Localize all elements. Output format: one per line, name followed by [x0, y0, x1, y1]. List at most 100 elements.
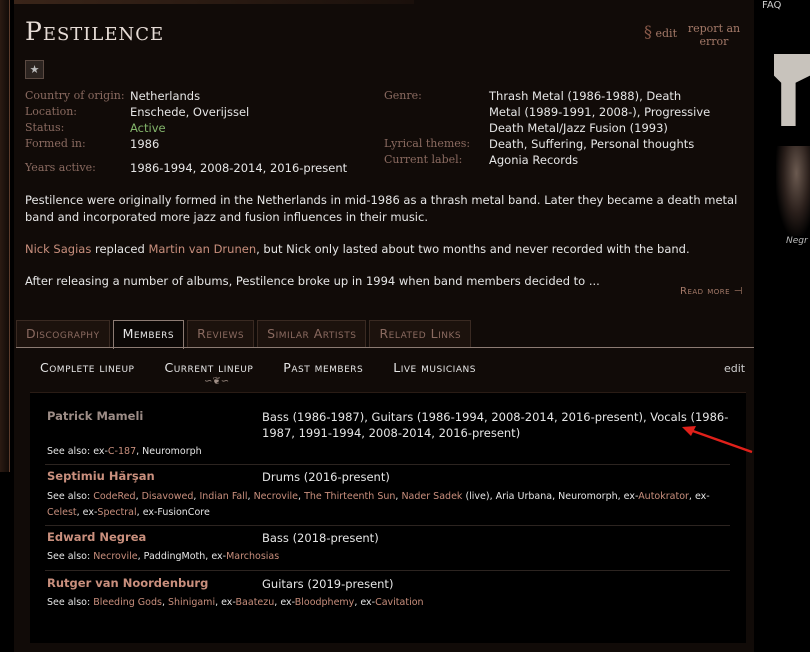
edit-band-label: edit	[655, 27, 678, 40]
see-also: See also: CodeRed, Disavowed, Indian Fal…	[47, 489, 727, 521]
tab-related-links[interactable]: Related Links	[369, 320, 472, 347]
swirl-ornament-icon: §	[644, 22, 652, 41]
info-label: Formed in:	[25, 137, 86, 150]
favorite-star-icon[interactable]: ★	[25, 60, 44, 79]
see-also: See also: ex-C-187, Neuromorph	[47, 444, 727, 460]
related-band-link[interactable]: Autokrator	[638, 491, 689, 502]
edit-band-link[interactable]: § edit	[644, 22, 677, 41]
info-label: Location:	[25, 105, 77, 118]
related-band-link[interactable]: Cavitation	[375, 597, 423, 608]
related-band-link[interactable]: Marchosias	[226, 551, 279, 562]
see-also-label: See also:	[47, 491, 94, 502]
related-band-link[interactable]: Indian Fall	[199, 491, 247, 502]
current-tab-ornament-icon: ∽❦∽	[204, 376, 230, 387]
see-also-label: See also:	[47, 597, 94, 608]
arrow-left-icon: ⊣	[733, 286, 743, 297]
member-row: Edward Negrea Bass (2018-present) See al…	[45, 530, 730, 571]
info-label: Country of origin:	[25, 89, 125, 102]
band-description: Pestilence were originally formed in the…	[25, 192, 750, 305]
info-row-status: Status: Active	[25, 120, 365, 136]
see-also-text: ex-	[93, 446, 108, 457]
report-error-link[interactable]: report an error	[684, 22, 744, 48]
read-more-label: Read more	[680, 286, 731, 297]
band-page-panel: Pestilence ★ § edit report an error Coun…	[14, 0, 754, 652]
band-info-left: Country of origin: Netherlands Location:…	[25, 88, 365, 176]
see-also-text: , ex-	[215, 597, 236, 608]
description-text: replaced	[91, 242, 149, 256]
info-row-formed: Formed in: 1986	[25, 136, 365, 152]
see-also-text: , ex-	[688, 491, 710, 502]
band-info-right: Genre: Thrash Metal (1986-1988), Death M…	[384, 88, 744, 168]
subtab-complete-lineup[interactable]: Complete lineup	[40, 360, 134, 375]
label-link[interactable]: Agonia Records	[489, 152, 578, 168]
see-also-text: , Neuromorph	[136, 446, 202, 457]
right-top-text[interactable]: FAQ	[762, 0, 781, 11]
red-arrow-annotation	[682, 426, 753, 454]
info-value: 1986	[130, 137, 160, 151]
see-also-text: , PaddingMoth, ex-	[137, 551, 227, 562]
tab-discography[interactable]: Discography	[16, 320, 110, 347]
edit-members-link[interactable]: edit	[724, 362, 745, 375]
info-row-lyrical-themes: Lyrical themes: Death, Suffering, Person…	[384, 136, 744, 152]
related-band-link[interactable]: Shinigami	[168, 597, 215, 608]
related-band-link[interactable]: Bloodphemy	[295, 597, 355, 608]
see-also-text: , ex-	[354, 597, 376, 608]
tab-similar-artists[interactable]: Similar Artists	[257, 320, 367, 347]
see-also-text: , ex-	[274, 597, 295, 608]
tabs-divider	[16, 347, 754, 348]
info-value: Thrash Metal (1986-1988), Death Metal (1…	[489, 89, 711, 135]
related-band-link[interactable]: C-187	[108, 446, 136, 457]
related-band-link[interactable]: Necrovile	[254, 491, 298, 502]
subtab-live-musicians[interactable]: Live musicians	[393, 360, 476, 375]
see-also-text: , ex-FusionCore	[136, 507, 210, 518]
info-row-years-active: Years active: 1986-1994, 2008-2014, 2016…	[25, 160, 365, 176]
member-role: Bass (1986-1987), Guitars (1986-1994, 20…	[262, 410, 729, 440]
related-band-link[interactable]: The Thirteenth Sun	[304, 491, 395, 502]
member-row: Septimiu Hărşan Drums (2016-present) See…	[45, 469, 730, 526]
info-row-genre: Genre: Thrash Metal (1986-1988), Death M…	[384, 88, 744, 136]
read-more-link[interactable]: Read more ⊣	[680, 286, 743, 297]
related-band-link[interactable]: Baatezu	[236, 597, 275, 608]
member-link[interactable]: Martin van Drunen	[148, 242, 256, 256]
see-also-text: , ex-	[76, 507, 98, 518]
info-row-label: Current label: Agonia Records	[384, 152, 744, 168]
related-band-link[interactable]: Nader Sadek	[401, 491, 462, 502]
band-name: Pestilence	[25, 17, 165, 46]
member-name[interactable]: Septimiu Hărşan	[47, 469, 155, 483]
status-badge: Active	[130, 121, 166, 135]
info-label: Years active:	[25, 161, 96, 174]
description-paragraph: Pestilence were originally formed in the…	[25, 193, 738, 224]
country-link[interactable]: Netherlands	[130, 88, 200, 104]
related-band-link[interactable]: Celest	[47, 507, 77, 518]
info-value: 1986-1994, 2008-2014, 2016-present	[130, 161, 348, 175]
photo-caption: Negr	[786, 236, 808, 246]
member-subtabs: Complete lineup Current lineup Past memb…	[40, 360, 476, 375]
related-band-link[interactable]: Necrovile	[93, 551, 137, 562]
member-name[interactable]: Edward Negrea	[47, 530, 146, 544]
right-sidebar: FAQ Negr	[760, 0, 810, 652]
page-frame-left	[0, 0, 10, 472]
info-label: Genre:	[384, 89, 422, 102]
description-paragraph: Nick Sagias replaced Martin van Drunen, …	[25, 241, 750, 258]
info-label: Lyrical themes:	[384, 137, 471, 150]
tab-reviews[interactable]: Reviews	[187, 320, 255, 347]
member-name[interactable]: Rutger van Noordenburg	[47, 576, 208, 590]
tab-members[interactable]: Members	[112, 320, 185, 349]
band-photo	[776, 146, 810, 236]
related-band-link[interactable]: Bleeding Gods	[93, 597, 162, 608]
band-tabs: Discography Members Reviews Similar Arti…	[16, 320, 474, 349]
member-link[interactable]: Nick Sagias	[25, 242, 91, 256]
see-also-label: See also:	[47, 446, 94, 457]
subtab-current-lineup[interactable]: Current lineup	[164, 360, 253, 375]
description-paragraph: After releasing a number of albums, Pest…	[25, 274, 600, 288]
related-band-link[interactable]: Disavowed	[142, 491, 194, 502]
edit-members-label: edit	[724, 362, 746, 375]
member-name[interactable]: Patrick Mameli	[47, 409, 143, 423]
related-band-link[interactable]: CodeRed	[93, 491, 135, 502]
related-band-link[interactable]: Spectral	[97, 507, 136, 518]
info-row-location: Location: Enschede, Overijssel	[25, 104, 365, 120]
header-strip	[14, 0, 414, 4]
subtab-past-members[interactable]: Past members	[283, 360, 363, 375]
info-value: Enschede, Overijssel	[130, 105, 250, 119]
member-role: Drums (2016-present)	[262, 470, 390, 484]
